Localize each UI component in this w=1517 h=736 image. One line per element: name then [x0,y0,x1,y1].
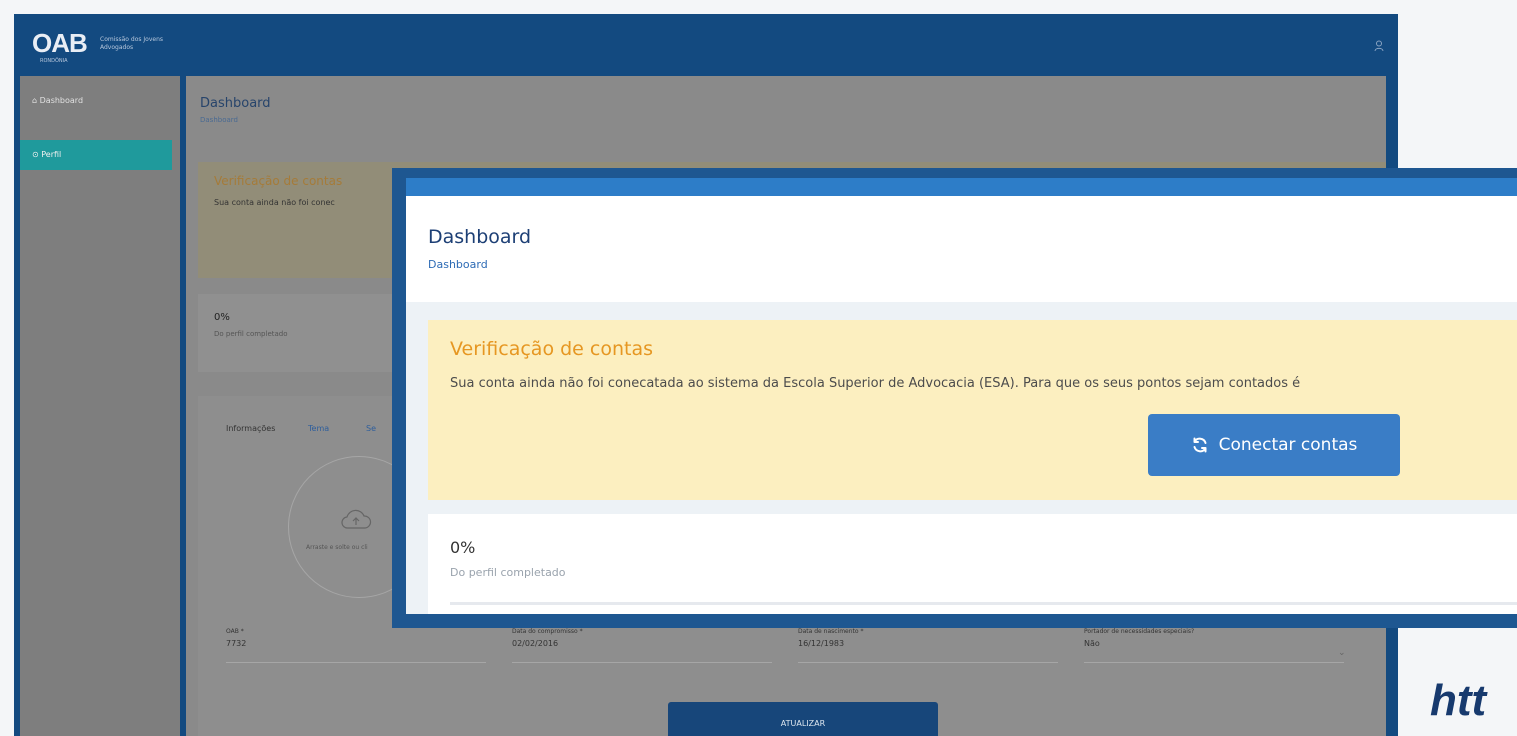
progress-percent: 0% [450,538,476,557]
logo-subtitle: Comissão dos Jovens Advogados [100,36,164,51]
profile-progress-card: 0% Do perfil completado [428,514,1517,614]
field-label: Portador de necessidades especiais? [1084,628,1195,635]
zoomed-content: Dashboard Dashboard Verificação de conta… [406,196,1517,614]
oab-logo: OAB Comissão dos Jovens Advogados RONDÔN… [26,28,186,64]
alert-text: Sua conta ainda não foi conec [214,198,335,207]
field-necessidades-especiais[interactable]: Portador de necessidades especiais? Não [1084,628,1344,663]
progress-caption: Do perfil completado [214,330,288,338]
update-button[interactable]: ATUALIZAR [668,702,938,736]
alert-title: Verificação de contas [450,338,654,360]
breadcrumb[interactable]: Dashboard [200,116,238,124]
progress-caption: Do perfil completado [450,566,566,579]
zoomed-dashboard-window: Dashboard Dashboard Verificação de conta… [392,168,1517,628]
sidebar-item-label: Perfil [41,150,62,159]
profile-icon: ⊙ [32,150,42,159]
field-value: 02/02/2016 [512,639,559,648]
zoomed-page-header: Dashboard Dashboard [406,196,1517,302]
cloud-upload-icon [341,509,372,529]
sidebar-item-label: Dashboard [39,96,84,105]
progress-bar [450,602,1517,605]
zoomed-top-navbar [406,178,1517,196]
field-label: Data do compromisso * [512,628,583,635]
top-navbar: OAB Comissão dos Jovens Advogados RONDÔN… [14,14,1398,76]
connect-accounts-button[interactable]: Conectar contas [1148,414,1400,476]
field-oab[interactable]: OAB * 7732 [226,628,486,663]
user-icon[interactable] [1374,40,1384,52]
button-label: Conectar contas [1218,435,1358,455]
tab-other[interactable]: Se [366,424,376,433]
alert-title: Verificação de contas [214,174,343,188]
field-value: 16/12/1983 [798,639,845,648]
account-verification-alert: Verificação de contas Sua conta ainda nã… [428,320,1517,500]
page-title: Dashboard [428,226,532,248]
field-value: 7732 [226,639,247,648]
field-underline [512,662,772,663]
breadcrumb[interactable]: Dashboard [428,258,488,271]
sidebar-item-dashboard[interactable]: ⌂ Dashboard [20,86,172,116]
logo-tag: RONDÔNIA [40,58,68,64]
field-value: Não [1084,639,1100,648]
progress-percent: 0% [214,312,230,323]
tab-informacoes[interactable]: Informações [226,424,275,433]
field-data-compromisso[interactable]: Data do compromisso * 02/02/2016 [512,628,772,663]
field-underline [798,662,1058,663]
url-fragment: htt [1430,676,1487,725]
chevron-down-icon[interactable]: ⌄ [1338,648,1346,658]
field-label: OAB * [226,628,244,635]
upload-hint: Arraste e solte ou cli [306,544,368,551]
field-underline [226,662,486,663]
tab-tema[interactable]: Tema [308,424,329,433]
field-data-nascimento[interactable]: Data de nascimento * 16/12/1983 [798,628,1058,663]
sidebar-item-perfil[interactable]: ⊙ Perfil [20,140,172,170]
field-underline [1084,662,1344,663]
sync-icon [1193,437,1207,453]
alert-text: Sua conta ainda não foi conecatada ao si… [450,376,1301,391]
page-title: Dashboard [200,96,271,111]
field-label: Data de nascimento * [798,628,864,635]
sidebar: ⌂ Dashboard ⊙ Perfil [20,76,180,736]
logo-text: OAB [32,28,88,58]
dashboard-icon: ⌂ [32,96,40,105]
